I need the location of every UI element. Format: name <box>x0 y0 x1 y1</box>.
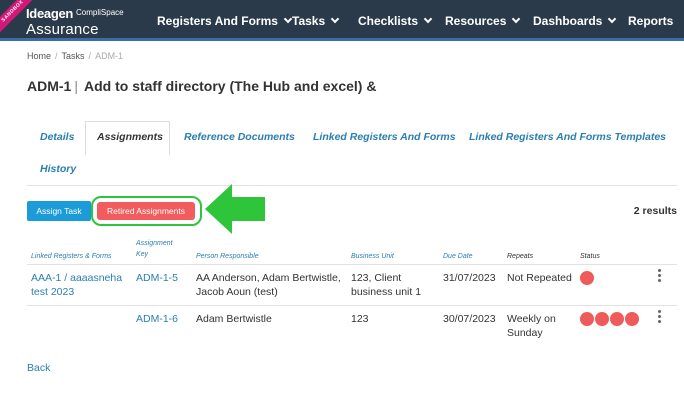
logo-sub: CompliSpace <box>76 8 124 17</box>
col-header-person-responsible[interactable]: Person Responsible <box>196 251 259 262</box>
table-row-2-key[interactable]: ADM-1-6 <box>136 312 178 326</box>
table-row-2-person: Adam Bertwistle <box>196 313 272 325</box>
col-header-repeats: Repeats <box>507 253 534 260</box>
col-header-business-unit[interactable]: Business Unit <box>351 251 394 262</box>
status-dot <box>595 312 609 326</box>
task-name: Add to staff directory (The Hub and exce… <box>83 78 377 94</box>
col-header-due-date[interactable]: Due Date <box>443 251 473 262</box>
tab-linked-registers-and-forms-templates[interactable]: Linked Registers And Forms Templates <box>469 131 666 143</box>
chevron-down-icon <box>512 14 521 23</box>
table-row-2-status <box>580 312 639 326</box>
back-link[interactable]: Back <box>27 362 50 374</box>
table-row-1-repeats: Not Repeated <box>507 272 572 284</box>
table-row-2-repeats: Weekly on Sunday <box>507 313 556 339</box>
app-logo[interactable]: Ideagen CompliSpace Assurance <box>26 5 124 37</box>
breadcrumb-current: ADM-1 <box>95 51 124 61</box>
nav-reports[interactable]: Reports <box>628 0 673 41</box>
chevron-down-icon <box>330 14 340 23</box>
breadcrumb-home[interactable]: Home <box>27 51 51 61</box>
tab-reference-documents[interactable]: Reference Documents <box>184 131 295 143</box>
table-row-1-unit: 123, Client business unit 1 <box>351 272 422 298</box>
chevron-down-icon <box>608 14 617 23</box>
assign-task-button[interactable]: Assign Task <box>27 201 91 221</box>
table-row-1-linked[interactable]: AAA-1 / aaaasneha test 2023 <box>31 271 122 299</box>
task-key: ADM-1 <box>27 78 72 94</box>
table-row-1-key[interactable]: ADM-1-5 <box>136 271 178 285</box>
breadcrumb-tasks[interactable]: Tasks <box>62 51 85 61</box>
row-divider <box>27 305 677 306</box>
col-header-status: Status <box>580 253 600 260</box>
tab-details[interactable]: Details <box>40 131 74 143</box>
status-dot <box>580 312 594 326</box>
table-row-1-status <box>580 271 594 285</box>
chevron-down-icon <box>283 14 293 23</box>
retired-assignments-button[interactable]: Retired Assignments <box>97 202 195 220</box>
status-dot <box>580 271 594 285</box>
tab-assignments[interactable]: Assignments <box>97 131 163 143</box>
tab-history[interactable]: History <box>40 163 76 175</box>
status-dot <box>625 312 639 326</box>
nav-checklists[interactable]: Checklists <box>358 0 433 41</box>
results-count: 2 results <box>633 205 677 217</box>
tab-linked-registers-and-forms[interactable]: Linked Registers And Forms <box>313 131 456 143</box>
table-row-1-due: 31/07/2023 <box>443 272 496 284</box>
tabs-divider <box>27 185 677 186</box>
table-row-1-person: AA Anderson, Adam Bertwistle, Jacob Aoun … <box>196 272 341 298</box>
nav-registers-and-forms[interactable]: Registers And Forms <box>157 0 293 41</box>
table-row-1-more-icon[interactable] <box>658 269 661 284</box>
header-divider <box>27 264 677 265</box>
arrow-left-icon <box>205 184 267 239</box>
table-row-2-unit: 123 <box>351 313 369 325</box>
table-row-2-more-icon[interactable] <box>658 310 661 325</box>
status-dot <box>610 312 624 326</box>
logo-product: Assurance <box>26 21 99 38</box>
title-separator: | <box>74 78 78 94</box>
logo-brand: Ideagen <box>26 6 74 21</box>
nav-tasks[interactable]: Tasks <box>292 0 340 41</box>
nav-dashboards[interactable]: Dashboards <box>533 0 617 41</box>
table-row-2-due: 30/07/2023 <box>443 313 496 325</box>
top-nav-bar: SANDBOX Ideagen CompliSpace Assurance Reg… <box>0 0 684 41</box>
chevron-down-icon <box>423 14 433 23</box>
nav-resources[interactable]: Resources <box>445 0 521 41</box>
page-title: ADM-1 | Add to staff directory (The Hub an… <box>27 78 376 94</box>
breadcrumb: Home / Tasks / ADM-1 <box>27 51 124 61</box>
col-header-linked-registers[interactable]: Linked Registers & Forms <box>31 251 112 262</box>
col-header-assignment-key[interactable]: Assignment Key <box>136 238 173 260</box>
